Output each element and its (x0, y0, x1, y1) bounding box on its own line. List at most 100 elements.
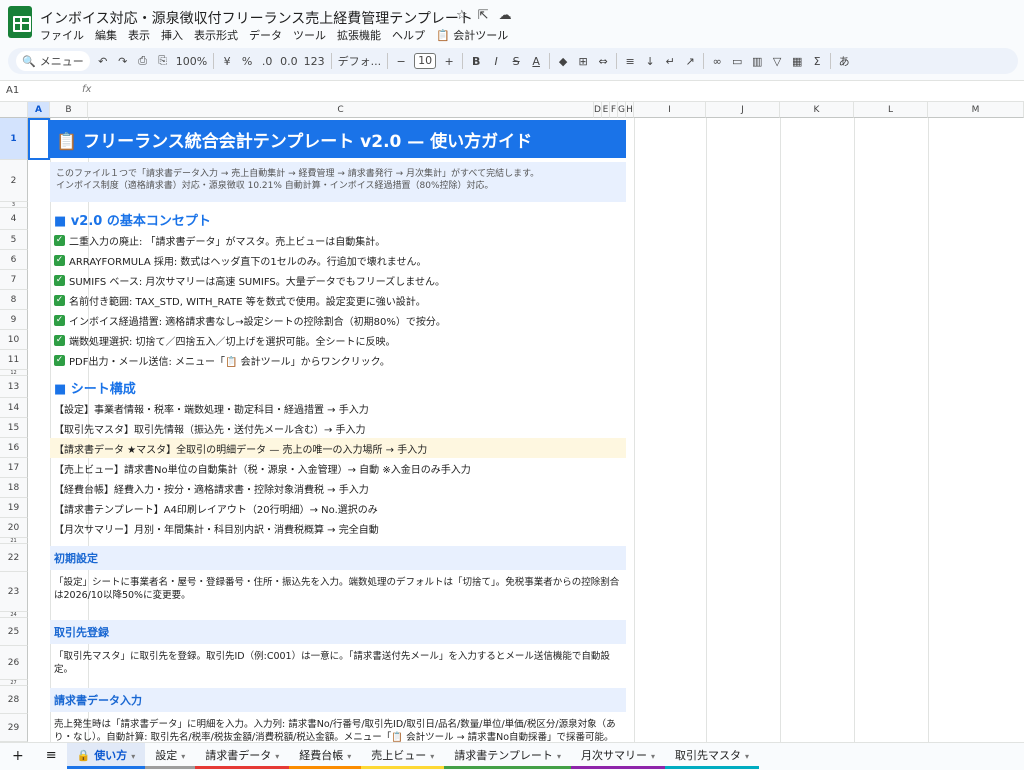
currency-format-icon[interactable]: ¥ (220, 55, 234, 68)
tab-client-master[interactable]: 取引先マスタ ▾ (664, 743, 759, 769)
document-title[interactable]: インボイス対応・源泉徴収付フリーランス売上経費管理テンプレート (40, 8, 473, 28)
tab-guide[interactable]: 🔒 使い方 ▾ (66, 742, 146, 769)
menu-insert[interactable]: 挿入 (161, 27, 183, 43)
row-header[interactable]: 16 (0, 438, 28, 458)
link-icon[interactable]: ∞ (710, 55, 724, 68)
tab-sales-view[interactable]: 売上ビュー ▾ (361, 743, 445, 769)
chart-icon[interactable]: ▥ (750, 55, 764, 68)
menu-data[interactable]: データ (249, 27, 282, 43)
add-sheet-icon[interactable]: + (0, 743, 36, 769)
menu-accounting-tools[interactable]: 📋 会計ツール (436, 27, 508, 43)
fill-color-icon[interactable]: ◆ (556, 55, 570, 68)
rotate-icon[interactable]: ↗ (683, 55, 697, 68)
redo-icon[interactable]: ↷ (116, 55, 130, 68)
print-icon[interactable]: ⎙ (136, 54, 150, 68)
sheets-logo-icon[interactable] (8, 6, 32, 38)
align-icon[interactable]: ≡ (623, 55, 637, 68)
more-formats-icon[interactable]: 123 (304, 55, 325, 68)
tab-settings[interactable]: 設定 ▾ (145, 743, 196, 769)
filter-views-icon[interactable]: ▦ (790, 55, 804, 68)
strikethrough-icon[interactable]: S (509, 55, 523, 68)
tab-monthly-summary[interactable]: 月次サマリー ▾ (570, 743, 665, 769)
row-header[interactable]: 7 (0, 270, 28, 290)
cloud-status-icon[interactable]: ☁ (499, 8, 512, 23)
font-size-input[interactable]: 10 (414, 53, 437, 69)
column-header[interactable]: G (618, 102, 626, 118)
column-header[interactable]: J (706, 102, 780, 118)
text-color-icon[interactable]: A (529, 55, 543, 68)
increase-decimal-icon[interactable]: 0.0 (280, 55, 298, 68)
menu-extensions[interactable]: 拡張機能 (337, 27, 381, 43)
column-header[interactable]: F (610, 102, 618, 118)
menu-view[interactable]: 表示 (128, 27, 150, 43)
decrease-decimal-icon[interactable]: .0 (260, 55, 274, 68)
font-family-select[interactable]: デフォ... (338, 53, 382, 69)
tab-invoice-template[interactable]: 請求書テンプレート ▾ (444, 743, 571, 769)
valign-icon[interactable]: ↓ (643, 55, 657, 68)
zoom-select[interactable]: 100% (176, 55, 207, 68)
row-header[interactable]: 11 (0, 350, 28, 370)
row-header[interactable]: 4 (0, 208, 28, 230)
row-header[interactable]: 26 (0, 646, 28, 680)
menu-file[interactable]: ファイル (40, 27, 84, 43)
row-header[interactable]: 29 (0, 714, 28, 742)
row-header[interactable]: 25 (0, 618, 28, 646)
row-header[interactable]: 23 (0, 572, 28, 612)
row-header[interactable]: 1 (0, 118, 28, 160)
row-header[interactable]: 17 (0, 458, 28, 478)
column-header[interactable]: E (602, 102, 610, 118)
concept-item: ✓ インボイス経過措置: 適格請求書なし→設定シートの控除割合（初期80%）で按分… (50, 310, 626, 330)
row-header[interactable]: 2 (0, 160, 28, 202)
menu-search[interactable]: 🔍 メニュー (16, 51, 90, 71)
selected-cell-a1[interactable] (28, 118, 50, 160)
row-header[interactable]: 9 (0, 310, 28, 330)
row-header[interactable]: 15 (0, 418, 28, 438)
select-all-corner[interactable] (0, 102, 28, 118)
functions-icon[interactable]: Σ (810, 55, 824, 68)
column-header[interactable]: D (594, 102, 602, 118)
italic-icon[interactable]: I (489, 55, 503, 68)
bold-icon[interactable]: B (469, 55, 483, 68)
column-header[interactable]: K (780, 102, 854, 118)
row-header[interactable]: 8 (0, 290, 28, 310)
row-header[interactable]: 20 (0, 518, 28, 538)
comment-icon[interactable]: ▭ (730, 55, 744, 68)
move-icon[interactable]: ⇱ (478, 8, 489, 23)
column-header[interactable]: C (88, 102, 594, 118)
column-header[interactable]: A (28, 102, 50, 118)
menu-help[interactable]: ヘルプ (392, 27, 425, 43)
menu-format[interactable]: 表示形式 (194, 27, 238, 43)
menu-edit[interactable]: 編集 (95, 27, 117, 43)
column-header[interactable]: B (50, 102, 88, 118)
paint-format-icon[interactable]: ⎘ (156, 54, 170, 68)
row-header[interactable]: 6 (0, 250, 28, 270)
column-header[interactable]: I (634, 102, 706, 118)
row-header[interactable]: 14 (0, 398, 28, 418)
row-header[interactable]: 13 (0, 376, 28, 398)
filter-icon[interactable]: ▽ (770, 55, 784, 68)
column-header[interactable]: H (626, 102, 634, 118)
tab-invoice-data[interactable]: 請求書データ ▾ (195, 743, 290, 769)
all-sheets-icon[interactable]: ≡ (36, 743, 67, 769)
increase-font-icon[interactable]: + (442, 55, 456, 68)
star-icon[interactable]: ☆ (456, 8, 468, 23)
row-header[interactable]: 19 (0, 498, 28, 518)
wrap-icon[interactable]: ↵ (663, 55, 677, 68)
percent-format-icon[interactable]: % (240, 55, 254, 68)
decrease-font-icon[interactable]: − (394, 55, 408, 68)
menu-tools[interactable]: ツール (293, 27, 326, 43)
column-header[interactable]: M (928, 102, 1024, 118)
undo-icon[interactable]: ↶ (96, 55, 110, 68)
merge-cells-icon[interactable]: ⇔ (596, 55, 610, 68)
row-header[interactable]: 22 (0, 544, 28, 572)
borders-icon[interactable]: ⊞ (576, 55, 590, 68)
name-box[interactable]: A1 (6, 85, 19, 96)
column-header[interactable]: L (854, 102, 928, 118)
input-tools-icon[interactable]: あ (837, 53, 851, 69)
spreadsheet-grid[interactable]: A B C D E F G H I J K L M 1 2 3 4 5 6 7 … (0, 102, 1024, 742)
row-header[interactable]: 5 (0, 230, 28, 250)
row-header[interactable]: 28 (0, 686, 28, 714)
row-header[interactable]: 10 (0, 330, 28, 350)
row-header[interactable]: 18 (0, 478, 28, 498)
tab-expense-ledger[interactable]: 経費台帳 ▾ (289, 743, 362, 769)
